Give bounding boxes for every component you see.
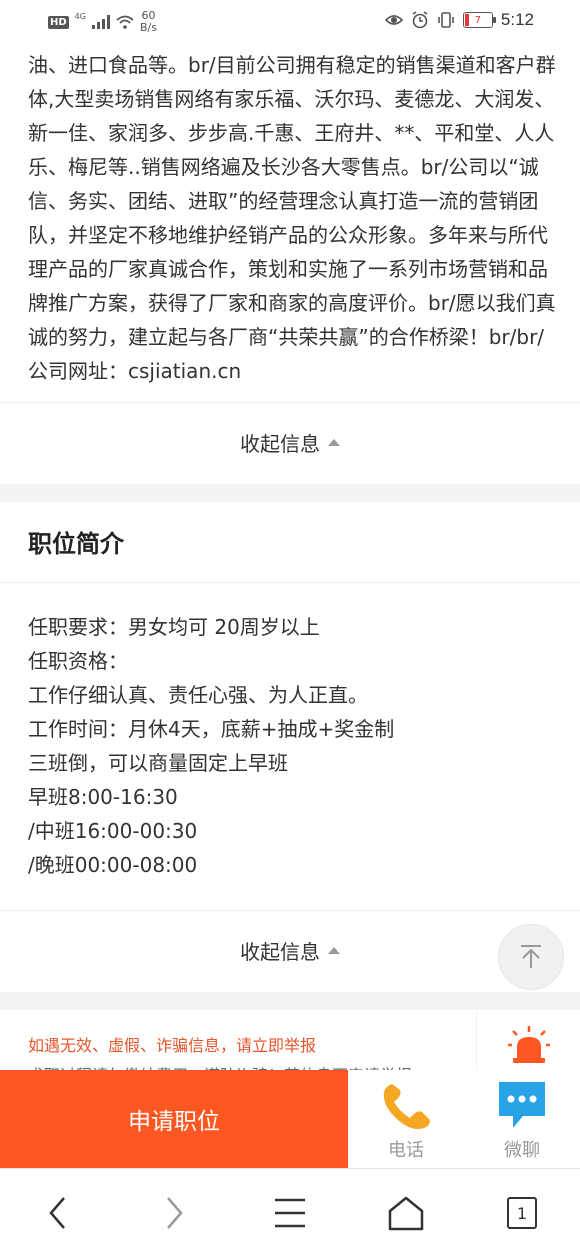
status-right: 7 5:12 [384, 10, 534, 30]
caret-up-icon [328, 946, 340, 954]
job-line: /中班16:00-00:30 [28, 819, 198, 843]
status-left: HD 4G 60 B/s [48, 10, 157, 34]
phone-button[interactable]: 电话 [348, 1070, 464, 1168]
battery-icon: 7 [462, 12, 496, 28]
arrow-up-icon [521, 945, 541, 968]
job-description-card: 职位简介 任职要求：男女均可 20周岁以上 任职资格： 工作仔细认真、责任心强、… [0, 502, 580, 992]
speed-unit: B/s [139, 21, 157, 34]
job-line: 三班倒，可以商量固定上早班 [28, 751, 288, 775]
chevron-right-icon [167, 1197, 183, 1229]
chat-icon [499, 1082, 545, 1128]
vibrate-icon [438, 12, 454, 28]
back-button[interactable] [36, 1191, 80, 1235]
job-line: 工作仔细认真、责任心强、为人正直。 [28, 683, 368, 707]
siren-icon [507, 1026, 550, 1063]
hd-badge: HD [48, 15, 69, 29]
collapse-job-button[interactable]: 收起信息 [0, 910, 580, 990]
tab-count: 1 [507, 1197, 537, 1229]
job-line: 任职资格： [28, 649, 128, 673]
chat-label: 微聊 [504, 1140, 540, 1161]
network-speed: 60 B/s [140, 10, 157, 34]
status-bar: HD 4G 60 B/s 7 5:12 [0, 0, 580, 44]
network-type: 4G [74, 11, 86, 21]
forward-button[interactable] [152, 1191, 196, 1235]
menu-icon [275, 1198, 305, 1228]
chat-button[interactable]: 微聊 [464, 1070, 580, 1168]
signal-icon [91, 15, 110, 29]
divider [0, 582, 580, 583]
home-icon [388, 1196, 424, 1231]
back-to-top-button[interactable] [498, 924, 564, 990]
job-line: 工作时间：月休4天，底薪+抽成+奖金制 [28, 717, 395, 741]
menu-button[interactable] [268, 1191, 312, 1235]
phone-label: 电话 [388, 1140, 424, 1161]
company-info-card: 油、进口食品等。br/目前公司拥有稳定的销售渠道和客户群体,大型卖场销售网络有家… [0, 44, 580, 484]
tabs-button[interactable]: 1 [500, 1191, 544, 1235]
job-line: /晚班00:00-08:00 [28, 853, 198, 877]
report-warning-link[interactable]: 如遇无效、虚假、诈骗信息，请立即举报 [28, 1032, 316, 1056]
chevron-left-icon [49, 1197, 65, 1229]
job-details: 任职要求：男女均可 20周岁以上 任职资格： 工作仔细认真、责任心强、为人正直。… [28, 610, 558, 882]
collapse-company-button[interactable]: 收起信息 [0, 402, 580, 482]
caret-up-icon [328, 438, 340, 446]
job-line: 任职要求：男女均可 20周岁以上 [28, 615, 320, 639]
clock-time: 5:12 [500, 10, 534, 29]
home-button[interactable] [384, 1191, 428, 1235]
alarm-clock-icon [412, 11, 428, 29]
collapse-label: 收起信息 [240, 939, 320, 964]
bottom-action-bar: 申请职位 电话 微聊 [0, 1070, 580, 1168]
apply-job-button[interactable]: 申请职位 [0, 1070, 348, 1168]
browser-nav-bar: 1 [0, 1168, 580, 1257]
phone-icon [383, 1084, 430, 1129]
job-line: 早班8:00-16:30 [28, 785, 178, 809]
battery-level: 7 [474, 14, 482, 26]
company-description: 油、进口食品等。br/目前公司拥有稳定的销售渠道和客户群体,大型卖场销售网络有家… [28, 53, 556, 383]
collapse-label: 收起信息 [240, 431, 320, 456]
eye-icon [384, 15, 403, 25]
section-title: 职位简介 [28, 530, 124, 558]
wifi-icon [116, 15, 134, 29]
